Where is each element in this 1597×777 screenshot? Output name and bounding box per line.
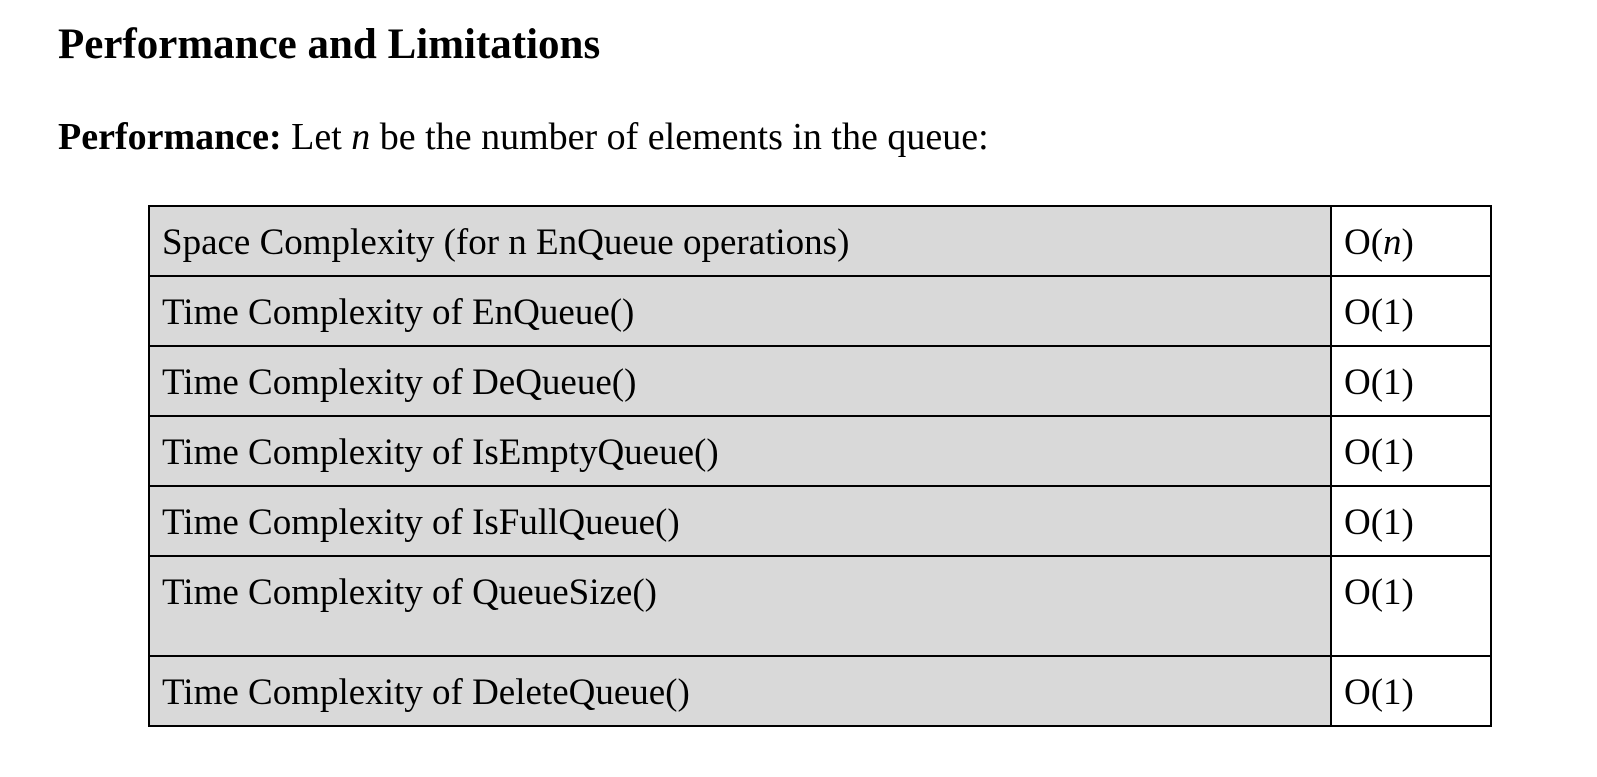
intro-text-before: Let xyxy=(281,116,352,158)
row-label: Time Complexity of EnQueue() xyxy=(148,275,1332,347)
row-label: Time Complexity of IsEmptyQueue() xyxy=(148,415,1332,487)
row-value: O(1) xyxy=(1330,415,1492,487)
intro-variable: n xyxy=(351,116,371,158)
performance-intro: Performance: Let n be the number of elem… xyxy=(58,112,989,162)
row-label: Time Complexity of IsFullQueue() xyxy=(148,485,1332,557)
value-suffix: ) xyxy=(1401,222,1414,263)
table-row: Time Complexity of IsEmptyQueue() O(1) xyxy=(148,415,1492,487)
table-row: Time Complexity of DeQueue() O(1) xyxy=(148,345,1492,417)
intro-text-after: be the number of elements in the queue: xyxy=(370,116,989,158)
performance-label: Performance: xyxy=(58,116,282,158)
row-value: O(n) xyxy=(1330,205,1492,277)
section-heading: Performance and Limitations xyxy=(58,21,601,68)
row-value: O(1) xyxy=(1330,485,1492,557)
row-label: Time Complexity of DeQueue() xyxy=(148,345,1332,417)
table-row: Time Complexity of IsFullQueue() O(1) xyxy=(148,485,1492,557)
row-value: O(1) xyxy=(1330,345,1492,417)
row-label: Space Complexity (for n EnQueue operatio… xyxy=(148,205,1332,277)
value-variable: n xyxy=(1383,222,1402,263)
row-label: Time Complexity of QueueSize() xyxy=(148,555,1332,657)
row-value: O(1) xyxy=(1330,275,1492,347)
row-value: O(1) xyxy=(1330,655,1492,727)
table-row: Space Complexity (for n EnQueue operatio… xyxy=(148,205,1492,277)
table-row: Time Complexity of EnQueue() O(1) xyxy=(148,275,1492,347)
complexity-table: Space Complexity (for n EnQueue operatio… xyxy=(148,205,1492,727)
table-row: Time Complexity of DeleteQueue() O(1) xyxy=(148,655,1492,727)
row-value: O(1) xyxy=(1330,555,1492,657)
value-prefix: O( xyxy=(1344,222,1384,263)
row-label: Time Complexity of DeleteQueue() xyxy=(148,655,1332,727)
table-row: Time Complexity of QueueSize() O(1) xyxy=(148,555,1492,657)
